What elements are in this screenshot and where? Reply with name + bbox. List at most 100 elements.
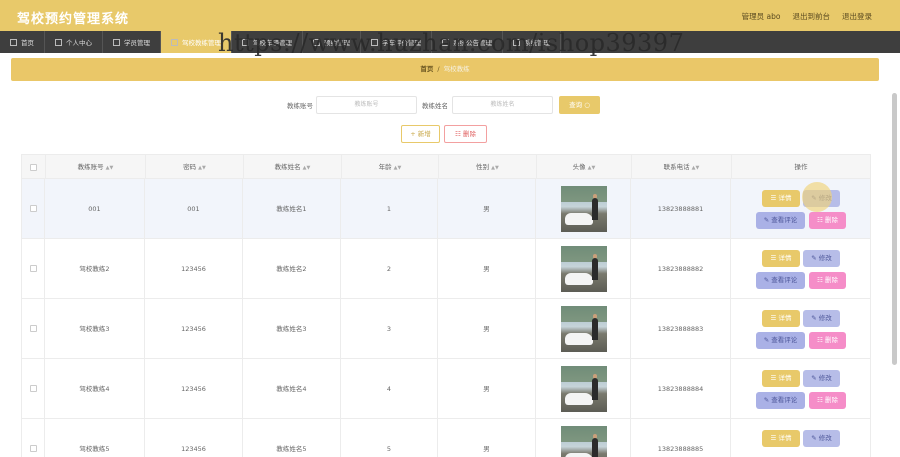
- view-reviews-button[interactable]: ✎ 查看评论: [756, 212, 805, 229]
- nav-item-home[interactable]: 首页: [0, 31, 45, 53]
- account-label: 教练账号: [287, 102, 313, 110]
- cell-phone: 13823888882: [631, 239, 731, 299]
- cell-avatar: [536, 239, 631, 299]
- detail-button[interactable]: ☰ 详情: [762, 430, 800, 447]
- review-icon: ✎: [763, 216, 770, 224]
- search-bar: 教练账号 教练账号 教练姓名 教练姓名 查询 ○: [0, 96, 900, 114]
- col-account[interactable]: 教练账号 ▲▼: [46, 155, 146, 180]
- col-password[interactable]: 密码 ▲▼: [146, 155, 244, 180]
- detail-button[interactable]: ☰ 详情: [762, 310, 800, 327]
- cell-name: 教练姓名1: [243, 179, 341, 239]
- delete-button[interactable]: ☷ 删除: [809, 212, 846, 229]
- table-row[interactable]: 驾校教练4 123456 教练姓名4 4 男 13823888884 ☰ 详情 …: [21, 359, 871, 419]
- user-icon: [55, 38, 62, 46]
- col-ops: 操作: [732, 155, 870, 180]
- row-checkbox[interactable]: [30, 445, 37, 452]
- view-reviews-button[interactable]: ✎ 查看评论: [756, 332, 805, 349]
- detail-button[interactable]: ☰ 详情: [762, 190, 800, 207]
- nav-item-profile[interactable]: 个人中心: [45, 31, 103, 53]
- delete-button[interactable]: ☷ 删除: [809, 332, 846, 349]
- detail-label: 详情: [778, 434, 792, 442]
- view-reviews-button[interactable]: ✎ 查看评论: [756, 272, 805, 289]
- edit-label: 修改: [818, 374, 832, 382]
- select-all-checkbox[interactable]: [30, 164, 37, 171]
- delete-button[interactable]: ☷ 删除: [809, 392, 846, 409]
- home-icon: [10, 38, 17, 46]
- delete-button[interactable]: ☷ 删除: [809, 272, 846, 289]
- edit-icon: ✎: [811, 254, 817, 262]
- coach-avatar[interactable]: [561, 186, 607, 232]
- table-row[interactable]: 001 001 教练姓名1 1 男 13823888881 ☰ 详情 ✎ 修改 …: [21, 179, 871, 239]
- col-gender[interactable]: 性别 ▲▼: [439, 155, 537, 180]
- breadcrumb-home[interactable]: 首页: [420, 65, 433, 73]
- name-label: 教练姓名: [422, 102, 448, 110]
- row-select-cell: [22, 359, 45, 419]
- coach-avatar[interactable]: [561, 366, 607, 412]
- edit-label: 修改: [818, 434, 832, 442]
- nav-item-students[interactable]: 学员管理: [103, 31, 161, 53]
- col-age[interactable]: 年龄 ▲▼: [342, 155, 439, 180]
- row-checkbox[interactable]: [30, 325, 37, 332]
- cell-phone: 13823888885: [631, 419, 731, 457]
- cell-password: 123456: [145, 239, 243, 299]
- edit-button[interactable]: ✎ 修改: [803, 430, 840, 447]
- table-row[interactable]: 驾校教练5 123456 教练姓名5 5 男 13823888885 ☰ 详情 …: [21, 419, 871, 457]
- click-highlight: [802, 182, 832, 212]
- name-search-input[interactable]: 教练姓名: [452, 96, 553, 114]
- review-label: 查看评论: [771, 276, 798, 284]
- view-reviews-button[interactable]: ✎ 查看评论: [756, 392, 805, 409]
- cell-account: 驾校教练2: [45, 239, 145, 299]
- review-icon: ✎: [763, 396, 770, 404]
- edit-button[interactable]: ✎ 修改: [803, 250, 840, 267]
- page-scrollbar[interactable]: [892, 93, 897, 365]
- detail-button[interactable]: ☰ 详情: [762, 250, 800, 267]
- trash-icon: ☷: [817, 276, 823, 284]
- breadcrumb-separator: /: [437, 65, 440, 73]
- review-icon: ✎: [763, 276, 770, 284]
- row-checkbox[interactable]: [30, 385, 37, 392]
- coach-avatar[interactable]: [561, 306, 607, 352]
- table-row[interactable]: 驾校教练3 123456 教练姓名3 3 男 13823888883 ☰ 详情 …: [21, 299, 871, 359]
- top-header: 驾校预约管理系统 管理员 abo 退出到前台 退出登录: [0, 0, 900, 31]
- cell-name: 教练姓名2: [243, 239, 341, 299]
- plus-icon: +: [410, 130, 416, 138]
- col-gender-label: 性别: [476, 163, 490, 171]
- delete-label: 删除: [824, 396, 838, 404]
- coach-avatar[interactable]: [561, 246, 607, 292]
- frontend-link[interactable]: 退出到前台: [793, 11, 831, 22]
- sort-icon: ▲▼: [491, 165, 499, 171]
- edit-button[interactable]: ✎ 修改: [803, 310, 840, 327]
- cell-account: 驾校教练5: [45, 419, 145, 457]
- col-name[interactable]: 教练姓名 ▲▼: [244, 155, 342, 180]
- batch-delete-button[interactable]: ☷ 删除: [444, 125, 487, 143]
- row-checkbox[interactable]: [30, 265, 37, 272]
- cell-age: 5: [341, 419, 438, 457]
- search-icon: ○: [584, 101, 590, 109]
- cell-gender: 男: [438, 239, 536, 299]
- add-button[interactable]: + 新增: [401, 125, 440, 143]
- breadcrumb: 首页 / 驾校教练: [11, 58, 879, 81]
- row-select-cell: [22, 239, 45, 299]
- edit-button[interactable]: ✎ 修改: [803, 370, 840, 387]
- sort-icon: ▲▼: [198, 165, 206, 171]
- col-avatar[interactable]: 头像 ▲▼: [537, 155, 632, 180]
- student-icon: [113, 38, 120, 46]
- logout-link[interactable]: 退出登录: [842, 11, 872, 22]
- sort-icon: ▲▼: [393, 165, 402, 171]
- cell-age: 4: [341, 359, 438, 419]
- cell-account: 驾校教练4: [45, 359, 145, 419]
- sort-icon: ▲▼: [587, 165, 596, 171]
- cell-gender: 男: [438, 299, 536, 359]
- col-phone[interactable]: 联系电话 ▲▼: [632, 155, 732, 180]
- select-all-cell: [22, 155, 46, 180]
- row-checkbox[interactable]: [30, 205, 37, 212]
- search-button[interactable]: 查询 ○: [559, 96, 600, 114]
- edit-label: 修改: [818, 314, 832, 322]
- account-search-input[interactable]: 教练账号: [316, 96, 417, 114]
- nav-label: 学员管理: [124, 39, 150, 47]
- detail-button[interactable]: ☰ 详情: [762, 370, 800, 387]
- table-row[interactable]: 驾校教练2 123456 教练姓名2 2 男 13823888882 ☰ 详情 …: [21, 239, 871, 299]
- cell-age: 3: [341, 299, 438, 359]
- cell-gender: 男: [438, 359, 536, 419]
- coach-avatar[interactable]: [561, 426, 607, 457]
